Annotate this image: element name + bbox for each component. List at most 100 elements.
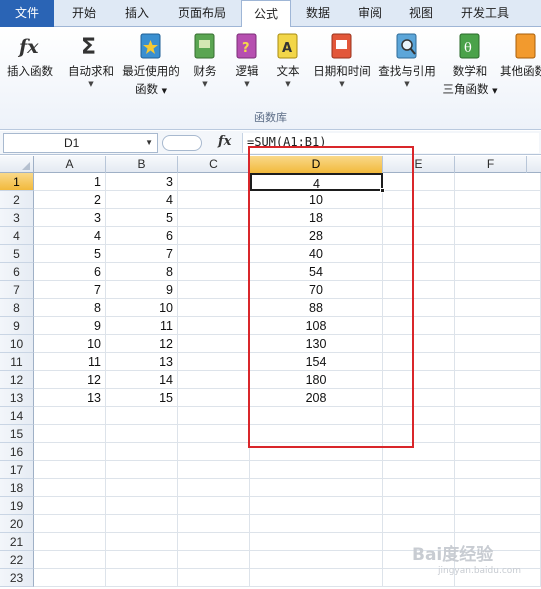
cell-C15[interactable] <box>178 425 250 443</box>
lookup-reference-button[interactable]: 查找与引用 ▼ <box>376 31 438 89</box>
cell-F15[interactable] <box>455 425 541 443</box>
cell-F11[interactable] <box>455 353 541 371</box>
cell-D11[interactable]: 154 <box>250 353 383 371</box>
cell-B12[interactable]: 14 <box>106 371 178 389</box>
cell-A2[interactable]: 2 <box>34 191 106 209</box>
cell-C23[interactable] <box>178 569 250 587</box>
cell-B14[interactable] <box>106 407 178 425</box>
cell-F4[interactable] <box>455 227 541 245</box>
cell-A5[interactable]: 5 <box>34 245 106 263</box>
cell-A10[interactable]: 10 <box>34 335 106 353</box>
cell-C5[interactable] <box>178 245 250 263</box>
logical-button[interactable]: ? 逻辑 ▼ <box>230 31 264 89</box>
cell-F5[interactable] <box>455 245 541 263</box>
chevron-down-icon[interactable]: ▼ <box>145 134 153 152</box>
row-header[interactable]: 21 <box>0 533 34 551</box>
cell-A7[interactable]: 7 <box>34 281 106 299</box>
cell-D19[interactable] <box>250 497 383 515</box>
cell-C8[interactable] <box>178 299 250 317</box>
cell-C17[interactable] <box>178 461 250 479</box>
row-header[interactable]: 11 <box>0 353 34 371</box>
cell-D6[interactable]: 54 <box>250 263 383 281</box>
cell-A11[interactable]: 11 <box>34 353 106 371</box>
row-header[interactable]: 3 <box>0 209 34 227</box>
cell-C22[interactable] <box>178 551 250 569</box>
cell-B9[interactable]: 11 <box>106 317 178 335</box>
cell-B17[interactable] <box>106 461 178 479</box>
row-header[interactable]: 9 <box>0 317 34 335</box>
cell-A20[interactable] <box>34 515 106 533</box>
cell-B8[interactable]: 10 <box>106 299 178 317</box>
cell-E3[interactable] <box>383 209 455 227</box>
tab-page-layout[interactable]: 页面布局 <box>166 0 238 27</box>
row-header[interactable]: 8 <box>0 299 34 317</box>
cell-B13[interactable]: 15 <box>106 389 178 407</box>
cell-F9[interactable] <box>455 317 541 335</box>
cell-B22[interactable] <box>106 551 178 569</box>
cell-A14[interactable] <box>34 407 106 425</box>
row-header[interactable]: 23 <box>0 569 34 587</box>
cell-E12[interactable] <box>383 371 455 389</box>
cell-B6[interactable]: 8 <box>106 263 178 281</box>
cell-F1[interactable] <box>455 173 541 191</box>
cell-C3[interactable] <box>178 209 250 227</box>
cell-C18[interactable] <box>178 479 250 497</box>
cell-D1[interactable]: 4 <box>250 173 383 191</box>
cell-A19[interactable] <box>34 497 106 515</box>
row-header[interactable]: 19 <box>0 497 34 515</box>
cell-E8[interactable] <box>383 299 455 317</box>
cell-E9[interactable] <box>383 317 455 335</box>
cell-E18[interactable] <box>383 479 455 497</box>
cell-E4[interactable] <box>383 227 455 245</box>
cell-E11[interactable] <box>383 353 455 371</box>
cell-F20[interactable] <box>455 515 541 533</box>
more-functions-button[interactable]: 其他函数 <box>500 31 541 79</box>
cell-B21[interactable] <box>106 533 178 551</box>
select-all-corner[interactable] <box>0 156 34 173</box>
cell-A12[interactable]: 12 <box>34 371 106 389</box>
cell-A17[interactable] <box>34 461 106 479</box>
row-header[interactable]: 7 <box>0 281 34 299</box>
cell-E2[interactable] <box>383 191 455 209</box>
row-header[interactable]: 17 <box>0 461 34 479</box>
tab-home[interactable]: 开始 <box>58 0 110 27</box>
cell-D8[interactable]: 88 <box>250 299 383 317</box>
cell-F14[interactable] <box>455 407 541 425</box>
row-header[interactable]: 14 <box>0 407 34 425</box>
cell-E6[interactable] <box>383 263 455 281</box>
fill-handle[interactable] <box>380 188 385 193</box>
tab-insert[interactable]: 插入 <box>112 0 162 27</box>
tab-formulas[interactable]: 公式 <box>241 0 291 28</box>
cell-D5[interactable]: 40 <box>250 245 383 263</box>
cell-A3[interactable]: 3 <box>34 209 106 227</box>
cell-D9[interactable]: 108 <box>250 317 383 335</box>
cell-D21[interactable] <box>250 533 383 551</box>
cell-D15[interactable] <box>250 425 383 443</box>
cell-D7[interactable]: 70 <box>250 281 383 299</box>
cell-D3[interactable]: 18 <box>250 209 383 227</box>
cell-C13[interactable] <box>178 389 250 407</box>
cell-C11[interactable] <box>178 353 250 371</box>
cell-E20[interactable] <box>383 515 455 533</box>
cell-B7[interactable]: 9 <box>106 281 178 299</box>
cell-B23[interactable] <box>106 569 178 587</box>
cell-F19[interactable] <box>455 497 541 515</box>
cell-C6[interactable] <box>178 263 250 281</box>
cell-E5[interactable] <box>383 245 455 263</box>
cell-A13[interactable]: 13 <box>34 389 106 407</box>
row-header[interactable]: 5 <box>0 245 34 263</box>
column-header-d[interactable]: D <box>250 156 383 173</box>
date-time-button[interactable]: 日期和时间 ▼ <box>309 31 375 89</box>
cell-E15[interactable] <box>383 425 455 443</box>
cell-C7[interactable] <box>178 281 250 299</box>
tab-review[interactable]: 审阅 <box>345 0 395 27</box>
cell-D10[interactable]: 130 <box>250 335 383 353</box>
cell-A16[interactable] <box>34 443 106 461</box>
cell-F12[interactable] <box>455 371 541 389</box>
cell-B19[interactable] <box>106 497 178 515</box>
cell-C21[interactable] <box>178 533 250 551</box>
name-box[interactable]: D1 ▼ <box>3 133 158 153</box>
cell-C9[interactable] <box>178 317 250 335</box>
column-header-b[interactable]: B <box>106 156 178 173</box>
cell-E10[interactable] <box>383 335 455 353</box>
